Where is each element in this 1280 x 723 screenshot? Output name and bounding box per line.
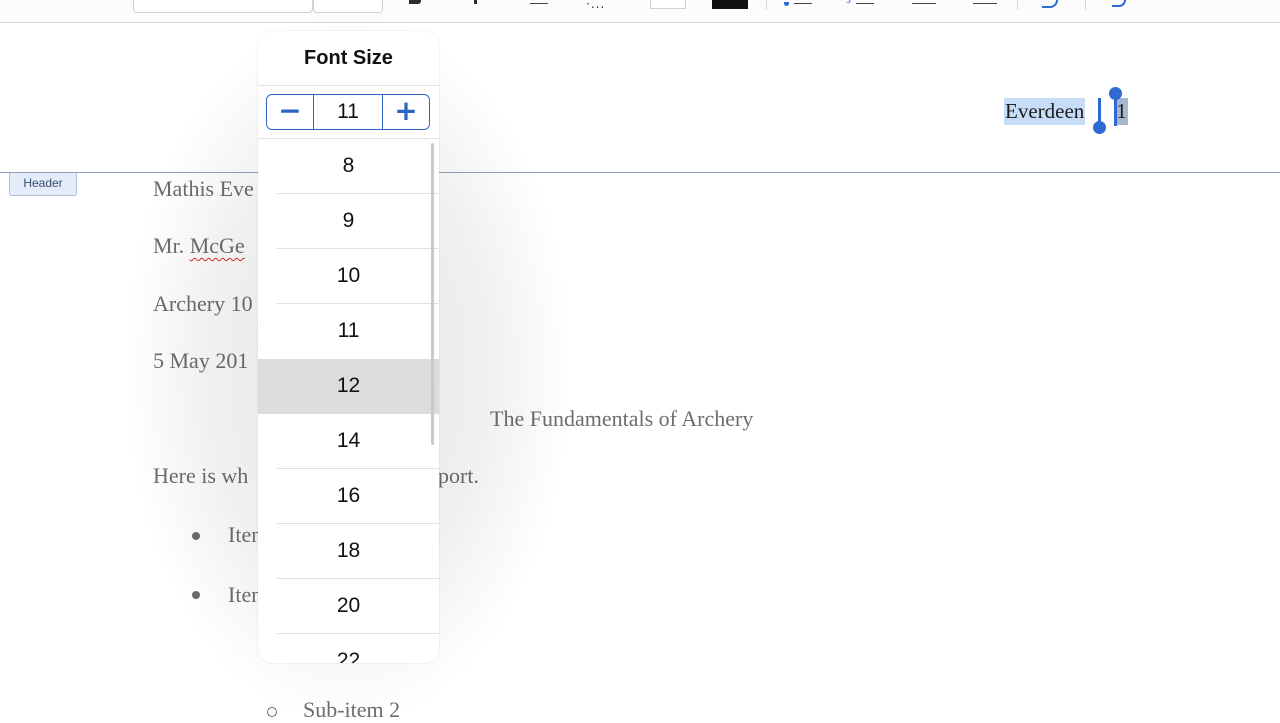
decrease-size-button[interactable]: − (267, 95, 314, 129)
font-name-field[interactable] (133, 0, 313, 13)
highlight-color-icon[interactable] (650, 0, 686, 10)
doc-intro-left[interactable]: Here is wh (153, 463, 248, 489)
toolbar-divider (1085, 0, 1086, 10)
doc-line-name[interactable]: Mathis Eve (153, 176, 254, 202)
popover-scrollbar[interactable] (431, 143, 434, 445)
size-option[interactable]: 14 (258, 414, 439, 469)
align-center-icon[interactable] (973, 0, 997, 10)
bullet-list-icon[interactable] (784, 0, 814, 10)
size-option[interactable]: 22 (258, 634, 439, 663)
selection-start-handle[interactable] (1093, 121, 1106, 134)
doc-intro-right[interactable]: port. (438, 463, 479, 489)
font-size-field[interactable] (313, 0, 383, 13)
size-option[interactable]: 8 (258, 139, 439, 194)
underline-icon[interactable] (530, 0, 548, 10)
misspelled-word[interactable]: McGe (190, 233, 245, 258)
formatting-toolbar: ·... (0, 0, 1280, 23)
size-option[interactable]: 20 (258, 579, 439, 634)
toolbar-divider (766, 0, 767, 10)
sub-list-item[interactable]: Sub-item 2 (303, 697, 400, 723)
font-size-list[interactable]: 8 9 10 11 12 14 16 18 20 22 (258, 139, 439, 663)
size-option[interactable]: 11 (258, 304, 439, 359)
header-label-tag[interactable]: Header (9, 173, 77, 196)
doc-line-course[interactable]: Archery 10 (153, 291, 253, 317)
align-left-icon[interactable] (912, 0, 936, 10)
doc-title[interactable]: The Fundamentals of Archery (490, 406, 753, 432)
bullet-icon (192, 532, 200, 540)
doc-line-teacher[interactable]: Mr. McGe (153, 233, 245, 259)
bold-icon[interactable] (409, 0, 423, 10)
selection-end-handle[interactable] (1109, 87, 1122, 100)
font-size-value[interactable]: 11 (314, 95, 382, 129)
more-formatting-icon[interactable]: ·... (586, 0, 616, 10)
increase-indent-icon[interactable] (1104, 0, 1128, 10)
numbered-list-icon[interactable] (846, 0, 876, 10)
size-option[interactable]: 18 (258, 524, 439, 579)
increase-size-button[interactable]: + (382, 95, 429, 129)
hollow-bullet-icon (267, 707, 277, 717)
italic-icon[interactable] (472, 0, 478, 10)
teacher-prefix: Mr. (153, 233, 190, 258)
popover-title: Font Size (258, 31, 439, 86)
font-size-popover: Font Size − 11 + 8 9 10 11 12 14 16 18 2… (258, 31, 439, 663)
doc-line-date[interactable]: 5 May 201 (153, 348, 248, 374)
font-color-icon[interactable] (712, 0, 748, 10)
toolbar-divider (1017, 0, 1018, 10)
header-selected-text[interactable]: Everdeen (1004, 98, 1086, 125)
decrease-indent-icon[interactable] (1036, 0, 1060, 10)
selection-end-handle-bar (1114, 96, 1117, 126)
size-option[interactable]: 16 (258, 469, 439, 524)
size-option[interactable]: 9 (258, 194, 439, 249)
header-boundary-line (0, 172, 1280, 173)
font-size-stepper: − 11 + (266, 94, 430, 130)
size-option[interactable]: 10 (258, 249, 439, 304)
size-option-selected[interactable]: 12 (258, 359, 439, 414)
bullet-icon (192, 591, 200, 599)
